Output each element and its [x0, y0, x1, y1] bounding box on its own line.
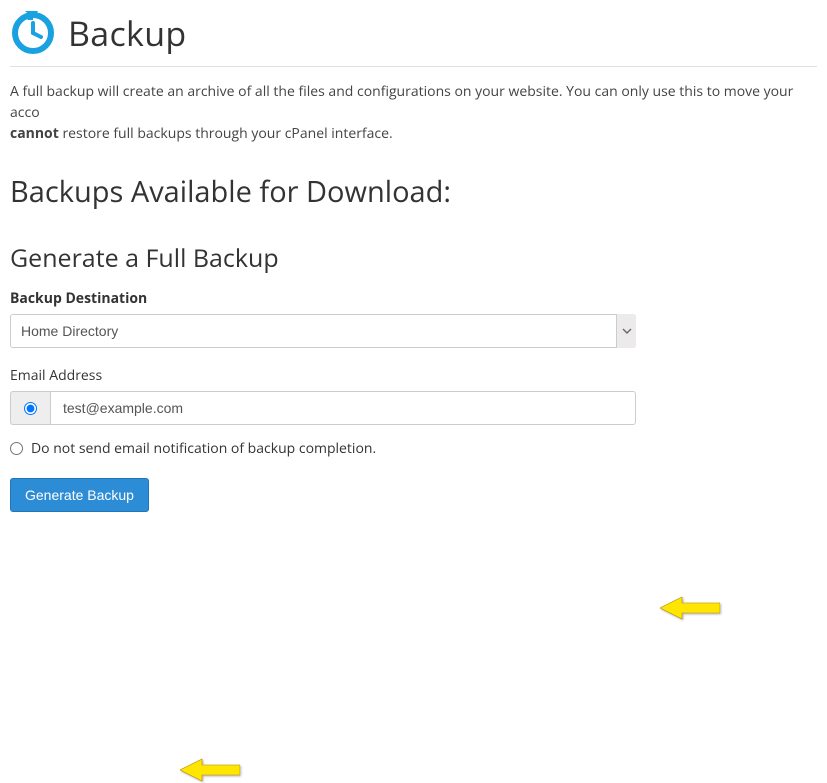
email-field[interactable]	[50, 391, 636, 425]
no-email-label: Do not send email notification of backup…	[31, 439, 376, 458]
send-email-radio[interactable]	[24, 402, 37, 415]
generate-full-backup-heading: Generate a Full Backup	[10, 241, 817, 275]
backups-available-heading: Backups Available for Download:	[10, 172, 817, 211]
backup-destination-label: Backup Destination	[10, 289, 817, 308]
backup-clock-icon	[10, 10, 56, 56]
no-email-radio[interactable]	[10, 442, 23, 455]
send-email-radio-box[interactable]	[10, 391, 50, 425]
page-title: Backup	[68, 10, 186, 56]
annotation-arrow-icon	[660, 595, 720, 621]
intro-text: A full backup will create an archive of …	[10, 81, 817, 144]
email-address-label: Email Address	[10, 366, 817, 385]
annotation-arrow-icon	[180, 757, 240, 783]
backup-destination-select[interactable]: Home Directory	[10, 314, 636, 348]
generate-backup-button[interactable]: Generate Backup	[10, 478, 149, 512]
